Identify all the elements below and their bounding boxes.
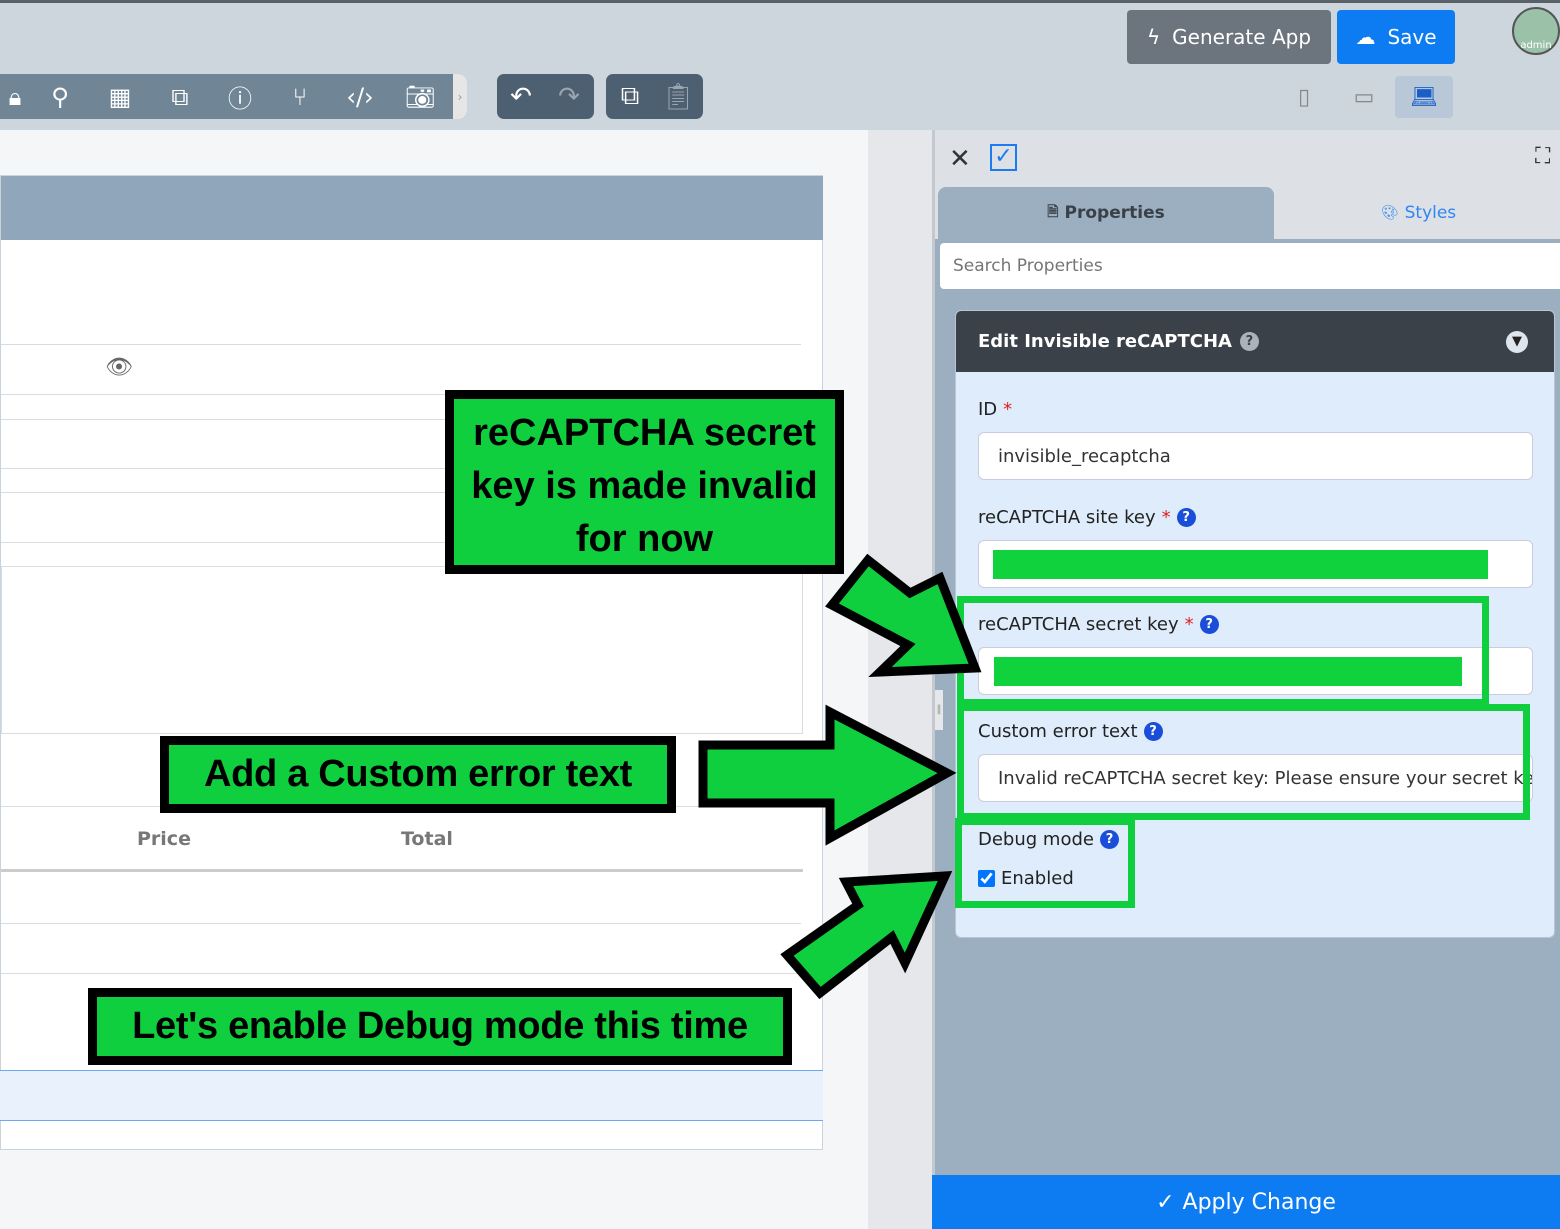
column-total: Total [401, 828, 453, 850]
divider [1, 344, 801, 345]
redaction-mask [993, 550, 1488, 579]
main-toolbar: 🔒︎ ⚲ ▦ ⧉ ⓘ ⑂ ‹/› 📷︎ › [0, 74, 467, 119]
table-header-divider [1, 869, 803, 872]
divider [1, 923, 801, 924]
divider [1, 973, 801, 974]
help-icon: ? [1176, 508, 1196, 527]
card-title: Edit Invisible reCAPTCHA [978, 331, 1232, 352]
cloud-upload-icon: ☁ [1355, 25, 1376, 49]
save-button[interactable]: ☁ Save [1337, 10, 1455, 64]
resize-handle[interactable]: ‖ [935, 690, 943, 730]
toolbar-scroll-right[interactable]: › [453, 74, 467, 119]
check-icon: ✓ [1156, 1189, 1175, 1215]
highlight-secret-key [957, 596, 1489, 706]
binoculars-icon[interactable]: ⚲ [30, 74, 90, 119]
canvas-gutter [868, 130, 932, 1229]
branch-icon[interactable]: ⑂ [270, 74, 330, 119]
tab-styles[interactable]: 🎨︎ Styles [1274, 187, 1560, 239]
camera-icon[interactable]: 📷︎ [390, 74, 450, 119]
tab-properties[interactable]: 🗎 Properties [938, 187, 1274, 239]
avatar-label: admin [1520, 40, 1552, 51]
redo-icon[interactable]: ↷ [545, 74, 593, 119]
close-icon[interactable]: ✕ [949, 144, 971, 174]
tablet-view-icon[interactable]: ▭ [1335, 76, 1393, 118]
eye-slash-icon[interactable]: 👁︎ [105, 355, 133, 380]
document-icon: 🗎 [1047, 204, 1059, 220]
avatar[interactable]: admin [1512, 7, 1560, 55]
generate-app-label: Generate App [1172, 25, 1312, 49]
tab-styles-label: Styles [1404, 203, 1457, 223]
lock-icon[interactable]: 🔒︎ [0, 74, 30, 119]
search-properties-input[interactable] [940, 243, 1560, 289]
chevron-down-icon[interactable]: ▼ [1506, 331, 1528, 353]
form-header [1, 176, 823, 240]
top-border [0, 0, 1560, 3]
clipboard-group: ⧉ 📋︎ [606, 74, 703, 119]
undo-icon[interactable]: ↶ [497, 74, 545, 119]
annotation-debug-mode: Let's enable Debug mode this time [88, 988, 792, 1065]
selected-element[interactable] [0, 1070, 823, 1121]
id-input[interactable]: invisible_recaptcha [978, 432, 1533, 480]
help-icon[interactable]: ? [1239, 332, 1259, 351]
textarea-preview[interactable] [1, 566, 803, 734]
id-label: ID * [978, 399, 1013, 420]
panel-tabs: 🗎 Properties 🎨︎ Styles [935, 187, 1560, 239]
phone-view-icon[interactable]: ▯ [1275, 76, 1333, 118]
checkbox-icon[interactable]: ✓ [990, 144, 1017, 171]
site-key-input[interactable] [978, 540, 1533, 588]
paste-icon[interactable]: 📋︎ [654, 74, 702, 119]
annotation-custom-error: Add a Custom error text [160, 736, 676, 813]
save-label: Save [1387, 25, 1437, 49]
palette-icon: 🎨︎ [1380, 205, 1399, 221]
panel-header: ✕ ✓ ⛶ [935, 130, 1560, 187]
column-price: Price [137, 828, 191, 850]
code-icon[interactable]: ‹/› [330, 74, 390, 119]
highlight-custom-error [957, 704, 1530, 820]
site-key-label: reCAPTCHA site key *? [978, 507, 1196, 528]
apply-change-button[interactable]: ✓ Apply Change [932, 1175, 1560, 1229]
apply-change-label: Apply Change [1182, 1189, 1336, 1215]
grid-icon[interactable]: ▦ [90, 74, 150, 119]
annotation-secret-key: reCAPTCHA secret key is made invalid for… [445, 390, 844, 574]
translate-icon[interactable]: ⧉ [150, 74, 210, 119]
laptop-view-icon[interactable]: 💻︎ [1395, 76, 1453, 118]
copy-icon[interactable]: ⧉ [606, 74, 654, 119]
tab-properties-label: Properties [1064, 203, 1165, 223]
fullscreen-icon[interactable]: ⛶ [1535, 144, 1550, 169]
highlight-debug-mode [955, 818, 1135, 908]
help-icon[interactable]: ⓘ [210, 74, 270, 119]
card-header[interactable]: Edit Invisible reCAPTCHA ? ▼ [956, 311, 1554, 372]
undo-redo-group: ↶ ↷ [497, 74, 594, 119]
lightning-icon: ϟ [1146, 25, 1161, 49]
generate-app-button[interactable]: ϟ Generate App [1127, 10, 1331, 64]
